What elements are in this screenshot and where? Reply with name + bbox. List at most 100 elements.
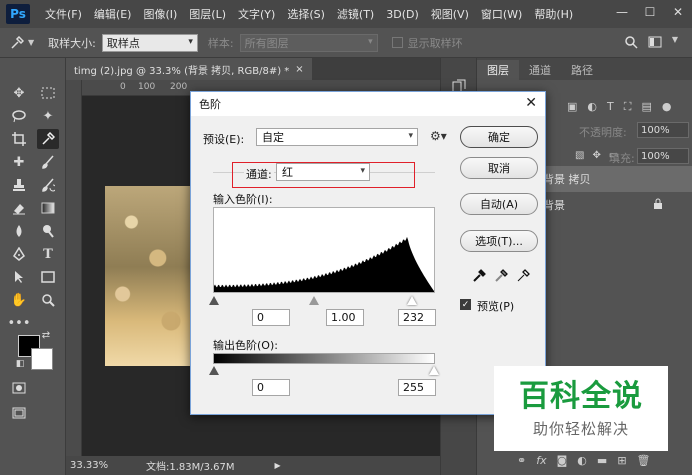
- ruler-tick: 100: [138, 82, 156, 92]
- menu-3d[interactable]: 3D(D): [386, 8, 419, 21]
- menu-view[interactable]: 视图(V): [431, 6, 469, 22]
- search-icon[interactable]: [624, 35, 638, 52]
- close-tab-icon[interactable]: ×: [295, 64, 303, 75]
- cancel-button[interactable]: 取消: [460, 157, 538, 179]
- auto-button[interactable]: 自动(A): [460, 193, 538, 215]
- sample-size-value: 取样点: [106, 36, 140, 50]
- ok-button[interactable]: 确定: [460, 126, 538, 148]
- eyedropper-tool-icon[interactable]: [37, 129, 59, 149]
- default-colors-icon[interactable]: ◧: [14, 358, 26, 370]
- filter-shape-icon[interactable]: ⛶: [624, 100, 632, 114]
- type-tool-icon[interactable]: T: [37, 244, 59, 264]
- fill-field[interactable]: 100%: [637, 148, 689, 164]
- output-black-slider[interactable]: [209, 366, 219, 375]
- gray-point-eyedropper-icon[interactable]: [494, 269, 508, 287]
- sample-size-label: 取样大小:: [48, 36, 96, 50]
- output-white-slider[interactable]: [429, 366, 439, 375]
- magic-wand-tool-icon[interactable]: ✦: [37, 106, 59, 126]
- sample-select[interactable]: 所有图层 ▾: [239, 33, 378, 52]
- rectangle-tool-icon[interactable]: [37, 267, 59, 287]
- preset-options-gear-icon[interactable]: ⚙▾: [430, 129, 447, 143]
- sample-size-select[interactable]: 取样点 ▾: [101, 33, 198, 52]
- menu-layer[interactable]: 图层(L): [189, 6, 226, 22]
- menu-window[interactable]: 窗口(W): [481, 6, 522, 22]
- stamp-tool-icon[interactable]: [8, 175, 30, 195]
- white-point-eyedropper-icon[interactable]: [516, 269, 530, 287]
- opacity-label: 不透明度:: [579, 126, 627, 139]
- path-selection-tool-icon[interactable]: [8, 267, 30, 287]
- tab-channels[interactable]: 通道: [519, 60, 561, 80]
- new-layer-icon[interactable]: ⊞: [617, 454, 626, 467]
- input-black-slider[interactable]: [209, 296, 219, 305]
- gradient-tool-icon[interactable]: [37, 198, 59, 218]
- workspace-icon[interactable]: [648, 35, 662, 52]
- tab-paths[interactable]: 路径: [561, 60, 603, 80]
- output-black-field[interactable]: 0: [252, 379, 290, 396]
- preview-checkbox[interactable]: ✓: [460, 299, 471, 310]
- eraser-tool-icon[interactable]: [8, 198, 30, 218]
- menu-image[interactable]: 图像(I): [143, 6, 177, 22]
- crop-tool-icon[interactable]: [8, 129, 30, 149]
- input-black-field[interactable]: 0: [252, 309, 290, 326]
- document-tab[interactable]: timg (2).jpg @ 33.3% (背景 拷贝, RGB/8#) * ×: [66, 58, 312, 80]
- folder-icon[interactable]: ▬: [597, 454, 607, 467]
- brush-tool-icon[interactable]: [37, 152, 59, 172]
- filter-type-icon[interactable]: T: [607, 100, 614, 114]
- options-button[interactable]: 选项(T)...: [460, 230, 538, 252]
- healing-brush-tool-icon[interactable]: ✚: [8, 152, 30, 172]
- lasso-tool-icon[interactable]: [8, 106, 30, 126]
- background-color-swatch[interactable]: [31, 348, 53, 370]
- minimize-button[interactable]: —: [608, 0, 636, 24]
- filter-pixel-icon[interactable]: ▣: [567, 100, 577, 114]
- adjustment-icon[interactable]: ◐: [577, 454, 587, 467]
- zoom-level[interactable]: 33.33%: [70, 460, 110, 471]
- input-gamma-field[interactable]: 1.00: [326, 309, 364, 326]
- input-gamma-slider[interactable]: [309, 296, 319, 305]
- move-tool-icon[interactable]: ✥: [8, 83, 30, 103]
- trash-icon[interactable]: 🗑: [637, 454, 651, 467]
- filter-adjustment-icon[interactable]: ◐: [587, 100, 597, 114]
- chevron-down-icon[interactable]: ▼: [28, 38, 34, 47]
- lock-position-icon[interactable]: ✥: [592, 150, 600, 161]
- zoom-tool-icon[interactable]: [37, 290, 59, 310]
- link-icon[interactable]: ⚭: [517, 454, 526, 467]
- marquee-tool-icon[interactable]: [37, 83, 59, 103]
- black-point-eyedropper-icon[interactable]: [472, 269, 486, 287]
- menu-filter[interactable]: 滤镜(T): [337, 6, 374, 22]
- blur-tool-icon[interactable]: [8, 221, 30, 241]
- quick-mask-icon[interactable]: [8, 378, 30, 398]
- swap-colors-icon[interactable]: ⇄: [39, 328, 53, 342]
- opacity-field[interactable]: 100%: [637, 122, 689, 138]
- tab-layers[interactable]: 图层: [477, 60, 519, 80]
- sample-label: 样本:: [207, 36, 234, 50]
- document-image[interactable]: [105, 186, 193, 366]
- output-white-field[interactable]: 255: [398, 379, 436, 396]
- input-white-field[interactable]: 232: [398, 309, 436, 326]
- preset-select[interactable]: 自定 ▾: [256, 128, 418, 146]
- screen-mode-icon[interactable]: [8, 403, 30, 423]
- pen-tool-icon[interactable]: [8, 244, 30, 264]
- show-ring-checkbox[interactable]: [391, 37, 403, 48]
- hand-tool-icon[interactable]: ✋: [8, 290, 30, 310]
- menu-edit[interactable]: 编辑(E): [94, 6, 132, 22]
- chevron-down-icon[interactable]: ▼: [672, 35, 678, 44]
- history-brush-tool-icon[interactable]: [37, 175, 59, 195]
- menu-select[interactable]: 选择(S): [287, 6, 325, 22]
- eyedropper-preset-icon[interactable]: [6, 33, 28, 53]
- menu-help[interactable]: 帮助(H): [534, 6, 573, 22]
- mask-icon[interactable]: ◙: [557, 454, 568, 467]
- filter-smart-icon[interactable]: ▤: [641, 100, 651, 114]
- dodge-tool-icon[interactable]: [37, 221, 59, 241]
- maximize-button[interactable]: ☐: [636, 0, 664, 24]
- more-tools-icon[interactable]: •••: [8, 313, 31, 333]
- input-white-slider[interactable]: [407, 296, 417, 305]
- lock-pixels-icon[interactable]: ▧: [575, 150, 584, 161]
- fx-icon[interactable]: fx: [536, 454, 546, 467]
- dialog-close-button[interactable]: ✕: [525, 95, 537, 111]
- menu-bar: Ps 文件(F) 编辑(E) 图像(I) 图层(L) 文字(Y) 选择(S) 滤…: [0, 0, 692, 28]
- status-menu-arrow-icon[interactable]: ▶: [275, 461, 281, 470]
- menu-file[interactable]: 文件(F): [45, 6, 82, 22]
- close-window-button[interactable]: ✕: [664, 0, 692, 24]
- filter-toggle-icon[interactable]: ●: [662, 100, 672, 114]
- menu-type[interactable]: 文字(Y): [238, 6, 275, 22]
